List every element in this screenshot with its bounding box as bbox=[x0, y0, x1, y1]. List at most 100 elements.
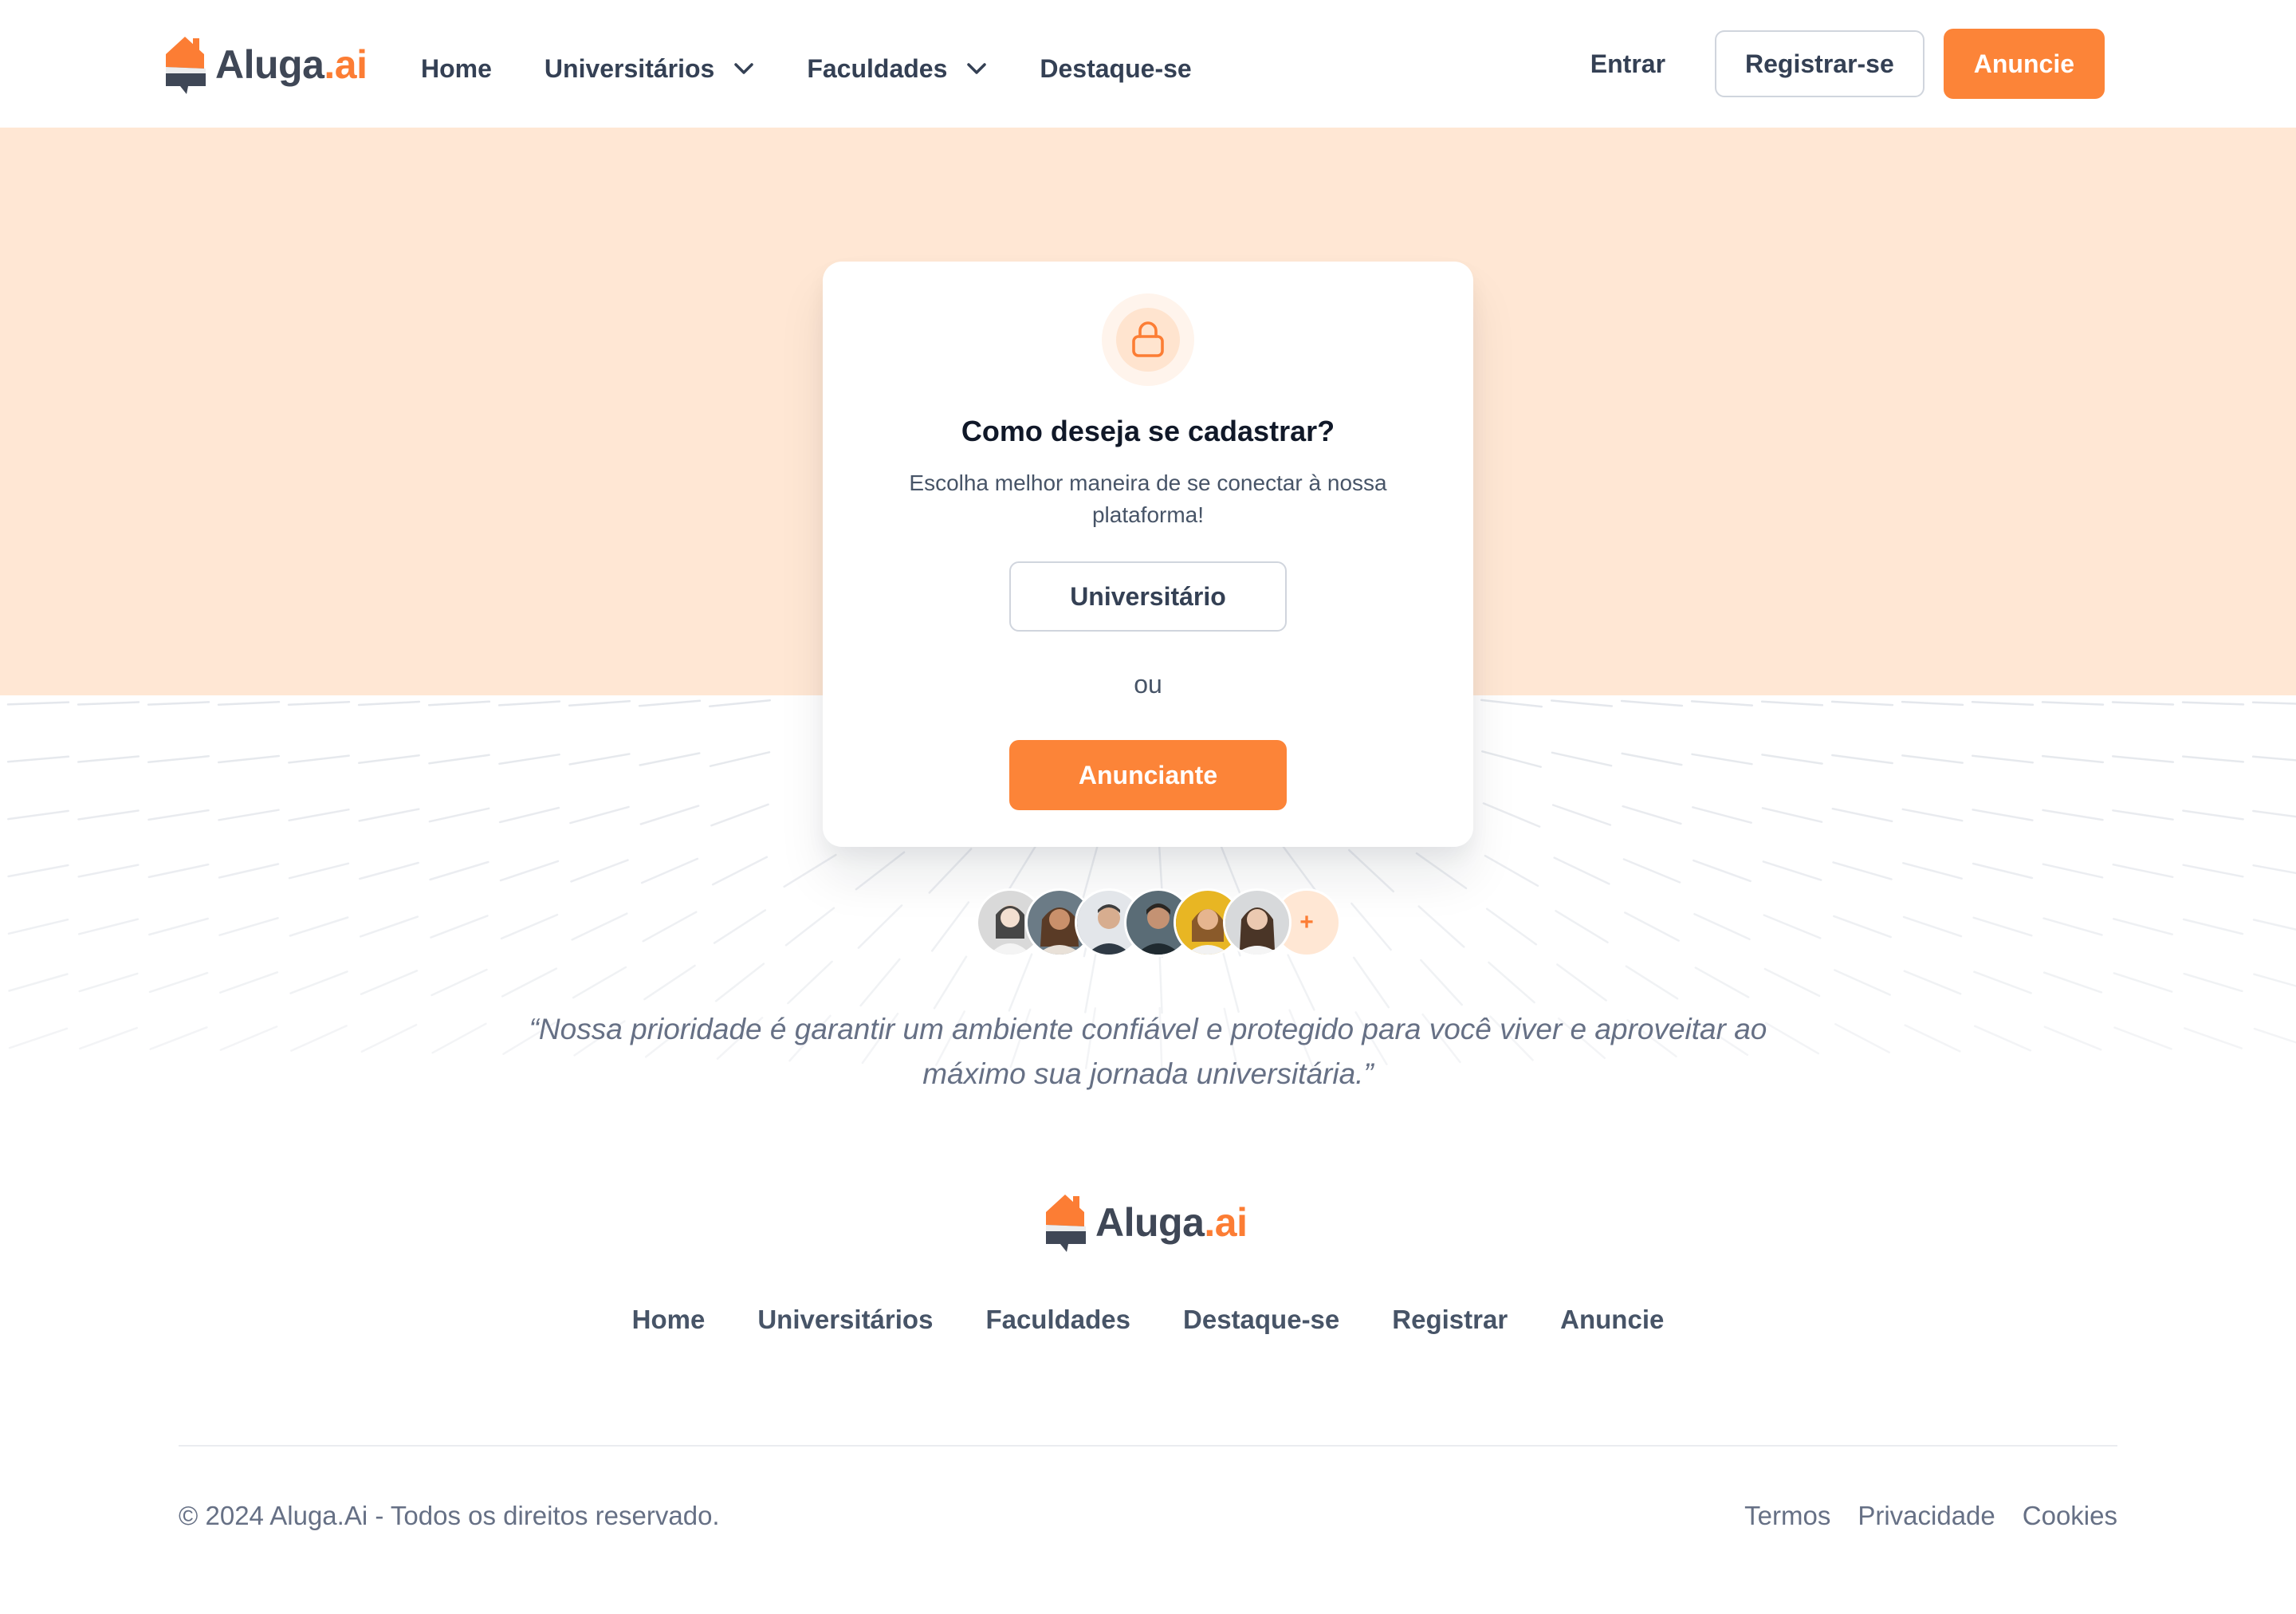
pattern-dash bbox=[1222, 951, 1240, 1014]
pattern-dash bbox=[1556, 963, 1607, 1002]
pattern-dash bbox=[147, 809, 210, 821]
advertiser-option-button[interactable]: Anunciante bbox=[1009, 740, 1287, 810]
pattern-dash bbox=[287, 700, 351, 707]
pattern-dash bbox=[1904, 1024, 1961, 1053]
footer-link-anuncie[interactable]: Anuncie bbox=[1560, 1305, 1664, 1335]
footer-link-cookies[interactable]: Cookies bbox=[2023, 1501, 2117, 1531]
nav-faculdades[interactable]: Faculdades bbox=[807, 54, 987, 84]
pattern-dash bbox=[1485, 907, 1538, 946]
pattern-dash bbox=[708, 699, 772, 707]
pattern-dash bbox=[2112, 809, 2174, 821]
pattern-dash bbox=[1158, 951, 1163, 1014]
pattern-dash bbox=[1902, 862, 1963, 880]
pattern-dash bbox=[2182, 918, 2244, 935]
pattern-dash bbox=[149, 1026, 208, 1050]
advertise-button[interactable]: Anuncie bbox=[1943, 29, 2105, 99]
footer-link-faculdades[interactable]: Faculdades bbox=[985, 1305, 1130, 1335]
pattern-dash bbox=[2113, 918, 2173, 935]
pattern-dash bbox=[2042, 917, 2103, 936]
pattern-dash bbox=[1482, 802, 1541, 828]
pattern-dash bbox=[288, 862, 350, 880]
pattern-dash bbox=[1415, 852, 1468, 890]
pattern-dash bbox=[8, 973, 69, 992]
footer-nav: Home Universitários Faculdades Destaque-… bbox=[0, 1305, 2296, 1335]
pattern-dash bbox=[288, 808, 350, 822]
login-link[interactable]: Entrar bbox=[1590, 49, 1665, 79]
pattern-dash bbox=[857, 904, 903, 949]
footer-link-destaque-se[interactable]: Destaque-se bbox=[1183, 1305, 1339, 1335]
lock-icon bbox=[1132, 321, 1164, 357]
pattern-dash bbox=[360, 970, 419, 995]
pattern-dash bbox=[431, 1022, 487, 1054]
or-separator: ou bbox=[1134, 670, 1162, 699]
brand-logo[interactable]: Aluga.ai bbox=[163, 33, 368, 96]
pattern-dash bbox=[147, 701, 210, 706]
pattern-dash bbox=[2253, 973, 2296, 987]
pattern-dash bbox=[147, 863, 210, 879]
nav-home[interactable]: Home bbox=[421, 54, 492, 84]
pattern-dash bbox=[784, 907, 835, 947]
lock-icon-badge bbox=[1102, 293, 1194, 386]
pattern-dash bbox=[1832, 861, 1893, 880]
student-option-button[interactable]: Universitário bbox=[1009, 561, 1287, 632]
pattern-dash bbox=[2111, 701, 2175, 706]
pattern-dash bbox=[219, 1025, 278, 1051]
pattern-dash bbox=[498, 806, 560, 824]
pattern-dash bbox=[1420, 959, 1463, 1006]
pattern-dash bbox=[77, 809, 140, 821]
pattern-dash bbox=[783, 853, 837, 888]
pattern-dash bbox=[2041, 754, 2105, 764]
pattern-dash bbox=[7, 864, 69, 878]
footer-link-termos[interactable]: Termos bbox=[1744, 1501, 1830, 1531]
footer-link-registrar[interactable]: Registrar bbox=[1392, 1305, 1508, 1335]
pattern-dash bbox=[1973, 970, 2032, 994]
pattern-dash bbox=[1763, 967, 1821, 998]
nav-destaque-se[interactable]: Destaque-se bbox=[1040, 54, 1191, 84]
house-chat-logo-icon bbox=[166, 37, 206, 94]
pattern-dash bbox=[79, 1026, 138, 1050]
pattern-dash bbox=[930, 901, 970, 952]
register-button[interactable]: Registrar-se bbox=[1715, 30, 1924, 97]
pattern-dash bbox=[569, 805, 630, 825]
pattern-dash bbox=[1480, 699, 1543, 708]
pattern-dash bbox=[1971, 700, 2035, 707]
pattern-dash bbox=[1831, 754, 1893, 765]
footer-link-universitarios[interactable]: Universitários bbox=[757, 1305, 933, 1335]
pattern-dash bbox=[431, 968, 488, 997]
pattern-dash bbox=[1555, 910, 1609, 943]
pattern-dash bbox=[568, 699, 631, 707]
pattern-dash bbox=[1973, 1025, 2032, 1052]
pattern-dash bbox=[2041, 701, 2105, 706]
footer-divider bbox=[179, 1445, 2117, 1447]
pattern-dash bbox=[218, 971, 279, 994]
pattern-dash bbox=[6, 701, 70, 706]
pattern-dash bbox=[2181, 701, 2245, 706]
pattern-dash bbox=[2113, 1026, 2172, 1050]
pattern-dash bbox=[640, 857, 699, 884]
pattern-dash bbox=[501, 967, 558, 998]
footer-brand-logo[interactable]: Aluga.ai bbox=[1043, 1191, 1248, 1254]
pattern-dash bbox=[568, 753, 631, 766]
trust-quote: “Nossa prioridade é garantir um ambiente… bbox=[529, 1013, 1767, 1090]
pattern-dash bbox=[289, 970, 348, 994]
pattern-dash bbox=[288, 754, 350, 764]
chevron-down-icon bbox=[734, 63, 754, 74]
footer-link-privacidade[interactable]: Privacidade bbox=[1858, 1501, 1995, 1531]
pattern-dash bbox=[643, 964, 696, 1001]
pattern-dash bbox=[2183, 972, 2243, 993]
pattern-dash bbox=[77, 918, 140, 935]
pattern-dash bbox=[572, 966, 627, 999]
footer-link-home[interactable]: Home bbox=[632, 1305, 706, 1335]
pattern-dash bbox=[1084, 951, 1097, 1014]
pattern-dash bbox=[217, 701, 281, 706]
pattern-dash bbox=[148, 971, 209, 994]
pattern-dash bbox=[2252, 864, 2296, 875]
card-subtitle: Escolha melhor maneira de se conectar à … bbox=[909, 470, 1387, 527]
pattern-dash bbox=[1901, 808, 1964, 822]
pattern-dash bbox=[1760, 700, 1824, 707]
nav-universitarios[interactable]: Universitários bbox=[545, 54, 754, 84]
pattern-dash bbox=[1693, 859, 1751, 883]
pattern-dash bbox=[497, 700, 561, 707]
pattern-dash bbox=[1972, 916, 2033, 937]
pattern-dash bbox=[1352, 956, 1390, 1009]
